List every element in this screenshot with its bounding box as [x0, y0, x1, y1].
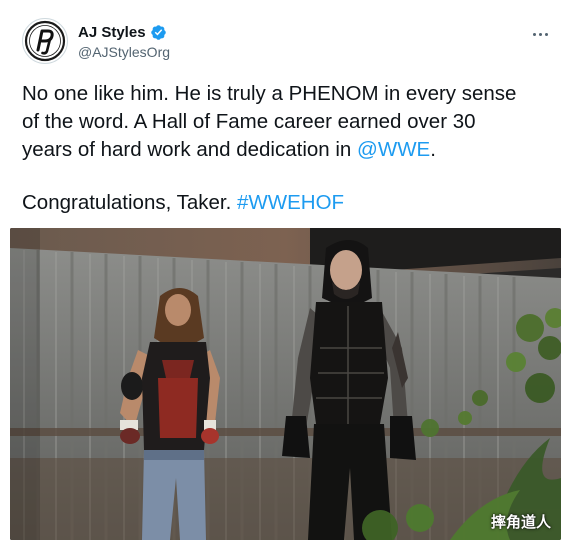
tweet-card: AJ Styles @AJStylesOrg No one like him. …	[0, 0, 572, 548]
tweet-text: No one like him. He is truly a PHENOM in…	[22, 80, 552, 217]
display-name-row: AJ Styles	[78, 22, 170, 42]
author-block: AJ Styles @AJStylesOrg	[78, 22, 170, 61]
congrats-text: Congratulations, Taker.	[22, 191, 237, 214]
more-options-button[interactable]	[528, 24, 552, 44]
display-name[interactable]: AJ Styles	[78, 24, 146, 41]
tweet-line-4: Congratulations, Taker. #WWEHOF	[22, 189, 552, 217]
verified-badge-icon	[150, 24, 166, 40]
pj-logo-icon	[24, 20, 66, 62]
tweet-line-1: No one like him. He is truly a PHENOM in…	[22, 82, 517, 105]
tweet-line-3-suffix: .	[430, 138, 436, 161]
watermark: 摔角道人	[490, 513, 551, 531]
author-handle[interactable]: @AJStylesOrg	[78, 44, 170, 60]
hashtag-link[interactable]: #WWEHOF	[237, 191, 344, 214]
tweet-line-2: of the word. A Hall of Fame career earne…	[22, 110, 476, 133]
tweet-line-3: years of hard work and dedication in @WW…	[22, 136, 552, 164]
photo-scene	[10, 228, 561, 540]
tweet-paragraph-1: No one like him. He is truly a PHENOM in…	[22, 80, 552, 164]
avatar[interactable]	[22, 18, 68, 64]
tweet-photo[interactable]: 摔角道人	[10, 228, 561, 540]
more-dot	[544, 32, 548, 36]
tweet-line-3-text: years of hard work and dedication in	[22, 138, 358, 161]
more-dots-icon	[532, 32, 536, 36]
tweet-paragraph-2: Congratulations, Taker. #WWEHOF	[22, 189, 552, 217]
mention-link[interactable]: @WWE	[357, 138, 430, 161]
more-dot	[538, 32, 542, 36]
tweet-header: AJ Styles @AJStylesOrg	[20, 14, 552, 66]
